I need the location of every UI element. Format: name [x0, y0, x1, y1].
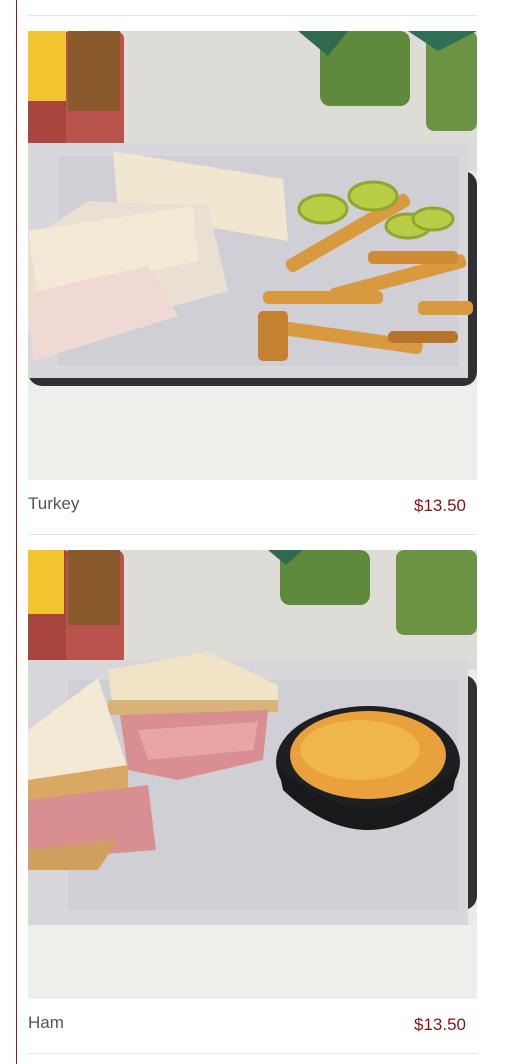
turkey-sandwich-image	[28, 31, 477, 480]
menu-item-photo[interactable]	[28, 31, 477, 480]
menu-item-card[interactable]: Ham $13.50	[28, 550, 477, 1054]
left-accent-rule	[16, 0, 17, 1064]
menu-item-photo[interactable]	[28, 550, 477, 999]
menu-item-price: $13.50	[414, 496, 466, 515]
menu-item-info: Ham $13.50	[28, 999, 477, 1054]
menu-item-price: $13.50	[414, 1015, 466, 1034]
menu-item-name[interactable]: Ham	[28, 1013, 64, 1033]
ham-sandwich-image	[28, 550, 477, 999]
menu-item-info: Turkey $13.50	[28, 480, 477, 535]
top-divider	[28, 15, 477, 16]
menu-item-name[interactable]: Turkey	[28, 494, 79, 514]
menu-item-card[interactable]: Turkey $13.50	[28, 31, 477, 535]
